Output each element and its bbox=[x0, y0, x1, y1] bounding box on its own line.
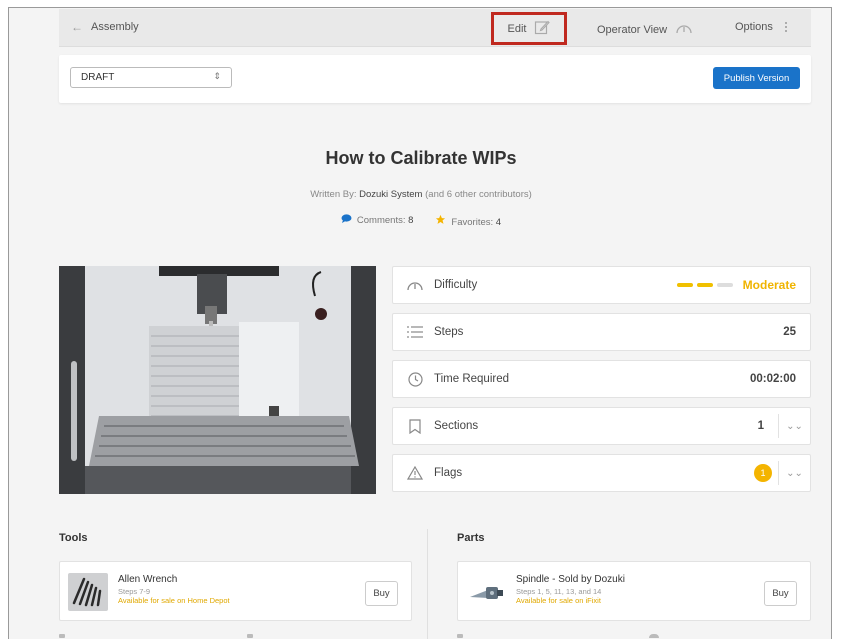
comments-count: 8 bbox=[408, 215, 414, 226]
difficulty-label: Difficulty bbox=[434, 279, 478, 291]
comments-label: Comments: bbox=[356, 215, 406, 226]
part-buy-button[interactable]: Buy bbox=[764, 581, 797, 606]
flags-expand-icon[interactable]: ⌄⌄ bbox=[778, 461, 810, 485]
edit-label: Edit bbox=[507, 22, 527, 35]
clock-icon bbox=[406, 371, 424, 387]
edit-button[interactable]: Edit bbox=[491, 12, 567, 45]
difficulty-bar-2 bbox=[696, 283, 713, 287]
gauge-icon bbox=[406, 278, 424, 292]
difficulty-value: Moderate bbox=[676, 278, 796, 292]
pencil-square-icon bbox=[534, 19, 551, 38]
written-by-prefix: Written By: bbox=[310, 189, 357, 200]
part-name[interactable]: Spindle - Sold by Dozuki bbox=[516, 574, 625, 585]
warning-icon bbox=[406, 466, 424, 480]
time-label: Time Required bbox=[434, 373, 509, 385]
tools-heading: Tools bbox=[59, 532, 88, 544]
time-row: Time Required 00:02:00 bbox=[392, 360, 811, 398]
part-availability[interactable]: Available for sale on iFixit bbox=[516, 596, 601, 605]
difficulty-row: Difficulty Moderate bbox=[392, 266, 811, 304]
sections-label: Sections bbox=[434, 420, 479, 432]
publish-version-button[interactable]: Publish Version bbox=[713, 67, 800, 89]
spindle-thumbnail bbox=[466, 573, 506, 611]
steps-value: 25 bbox=[783, 326, 796, 338]
top-bar: ← Assembly Edit Operator View Options bbox=[59, 9, 811, 47]
version-select-value: DRAFT bbox=[81, 72, 115, 83]
operator-view-label: Operator View bbox=[597, 23, 668, 36]
comments-link[interactable]: Comments: 8 bbox=[341, 214, 414, 228]
version-toolbar: DRAFT ⇕ Publish Version bbox=[59, 55, 811, 103]
tool-steps: Steps 7-9 bbox=[118, 587, 151, 596]
tool-buy-button[interactable]: Buy bbox=[365, 581, 398, 606]
guide-meta: Comments: 8 Favorites: 4 bbox=[9, 214, 831, 228]
part-card[interactable]: Spindle - Sold by Dozuki Steps 1, 5, 11,… bbox=[457, 561, 811, 621]
version-select[interactable]: DRAFT ⇕ bbox=[70, 67, 232, 88]
guide-title: How to Calibrate WIPs bbox=[325, 148, 517, 168]
allen-wrench-thumbnail bbox=[68, 573, 108, 611]
contributors-note: (and 6 other contributors) bbox=[425, 189, 532, 200]
back-arrow-icon: ← bbox=[71, 20, 83, 34]
difficulty-bar-1 bbox=[676, 283, 693, 287]
parts-heading: Parts bbox=[457, 532, 485, 544]
guide-main-image[interactable] bbox=[59, 266, 376, 494]
gauge-icon bbox=[675, 21, 693, 38]
star-icon bbox=[435, 214, 446, 228]
author-link[interactable]: Dozuki System bbox=[359, 189, 422, 200]
operator-view-button[interactable]: Operator View bbox=[597, 21, 693, 38]
comment-bubble-icon bbox=[341, 214, 352, 226]
flags-count-badge: 1 bbox=[754, 464, 772, 482]
part-steps: Steps 1, 5, 11, 13, and 14 bbox=[516, 587, 602, 596]
sections-value: 1 bbox=[757, 420, 764, 432]
time-value: 00:02:00 bbox=[749, 373, 796, 385]
tool-name[interactable]: Allen Wrench bbox=[118, 574, 177, 585]
favorites-count: 4 bbox=[495, 217, 502, 228]
steps-row: Steps 25 bbox=[392, 313, 811, 351]
select-caret-icon: ⇕ bbox=[213, 71, 221, 81]
options-label: Options bbox=[735, 21, 773, 33]
difficulty-text: Moderate bbox=[742, 278, 796, 292]
list-icon bbox=[406, 326, 424, 338]
options-menu[interactable]: Options bbox=[735, 21, 787, 33]
flags-label: Flags bbox=[434, 467, 463, 479]
app-frame: ← Assembly Edit Operator View Options DR… bbox=[8, 7, 832, 639]
column-divider bbox=[427, 529, 428, 639]
back-label: Assembly bbox=[91, 21, 139, 33]
tool-availability[interactable]: Available for sale on Home Depot bbox=[118, 596, 230, 605]
kebab-menu-icon bbox=[784, 22, 787, 32]
guide-byline: Written By: Dozuki System (and 6 other c… bbox=[9, 189, 831, 200]
sections-expand-icon[interactable]: ⌄⌄ bbox=[778, 414, 810, 438]
steps-label: Steps bbox=[434, 326, 464, 338]
bookmark-icon bbox=[406, 418, 424, 434]
tool-card[interactable]: Allen Wrench Steps 7-9 Available for sal… bbox=[59, 561, 412, 621]
favorites-link[interactable]: Favorites: 4 bbox=[435, 214, 501, 228]
back-link[interactable]: ← Assembly bbox=[71, 20, 139, 34]
favorites-label: Favorites: bbox=[451, 217, 494, 228]
flags-row: Flags 1 ⌄⌄ bbox=[392, 454, 811, 492]
sections-row: Sections 1 ⌄⌄ bbox=[392, 407, 811, 445]
difficulty-bar-3 bbox=[716, 283, 733, 287]
